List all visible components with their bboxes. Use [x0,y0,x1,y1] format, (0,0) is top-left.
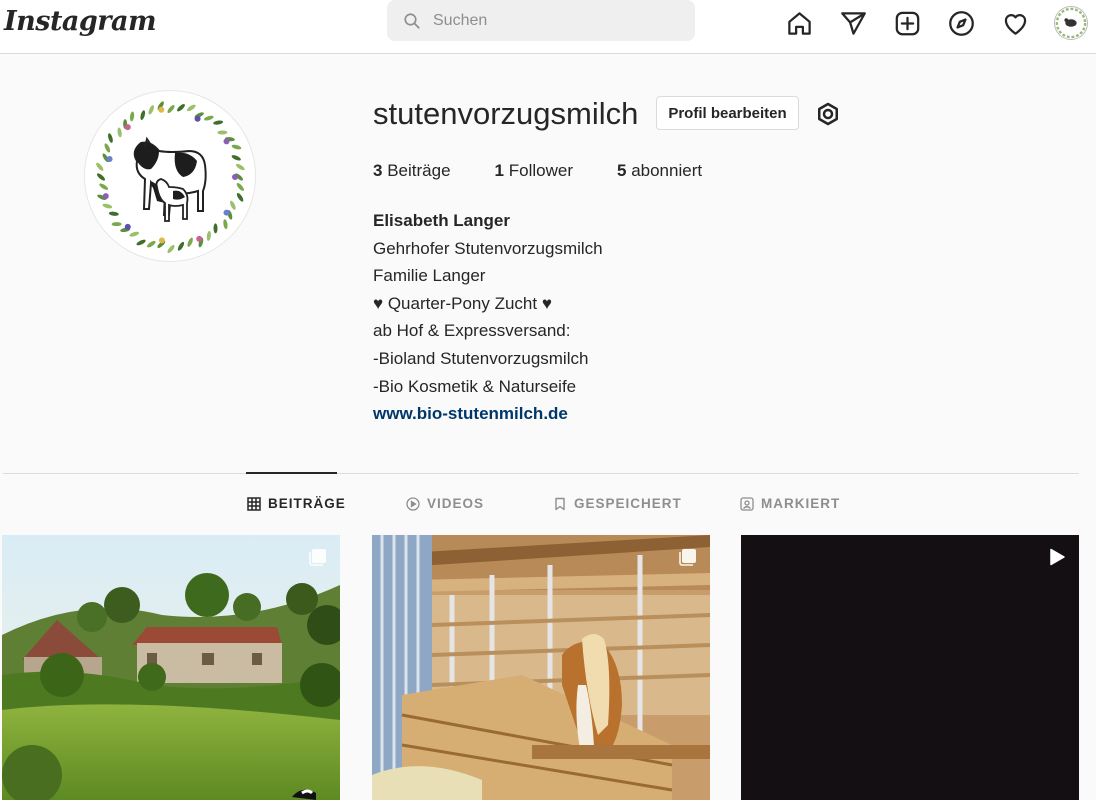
bio-line: Gehrhofer Stutenvorzugsmilch [373,238,603,258]
wreath-flower [194,115,201,122]
profile-bio: Elisabeth Langer Gehrhofer Stutenvorzugs… [373,207,603,428]
top-nav-bar: Instagram [0,0,1096,54]
home-button[interactable] [784,8,814,38]
heart-icon [1004,13,1026,35]
wreath-flower [223,138,230,145]
bookmark-icon [555,497,565,510]
followers-count-label: Follower [508,161,573,180]
gear-icon [818,102,838,126]
explore-button[interactable] [946,8,976,38]
horse-wreath-logo [87,93,255,261]
explore-icon [948,10,974,36]
new-post-button[interactable] [892,8,922,38]
tab-videos[interactable]: VIDEOS [406,496,484,511]
carousel-icon [679,549,696,566]
wreath-flower [158,237,165,244]
posts-count: 3 Beiträge [373,161,451,181]
tab-tagged-label: MARKIERT [761,496,841,511]
bio-line: ♥ Quarter-Pony Zucht ♥ [373,293,552,313]
grid-icon [247,496,261,511]
tab-videos-label: VIDEOS [427,496,485,511]
profile-stats: 3 Beiträge 1 Follower 5 abonniert [373,161,746,181]
tabs-divider [3,473,1079,474]
tab-posts[interactable]: BEITRÄGE [247,496,346,511]
profile-username: stutenvorzugsmilch [373,96,639,131]
following-count[interactable]: 5 abonniert [617,161,702,181]
tagged-user-icon [740,496,754,511]
search-input[interactable] [433,11,653,30]
bio-website-link[interactable]: www.bio-stutenmilch.de [373,404,568,423]
bio-line: Familie Langer [373,266,486,286]
post-thumbnail[interactable] [2,535,340,800]
bio-line: -Bioland Stutenvorzugsmilch [373,348,589,368]
nav-icons [784,6,1088,40]
followers-count-value: 1 [494,161,504,180]
wreath-flower [124,223,131,230]
horse-stable-image [372,535,710,800]
direct-button[interactable] [838,8,868,38]
profile-picture[interactable] [84,90,256,262]
wreath-flower [158,106,165,113]
tab-posts-label: BEITRÄGE [268,496,346,511]
wreath-flower [232,174,238,180]
profile-avatar-button[interactable] [1054,6,1088,40]
instagram-logo[interactable]: Instagram [4,6,157,37]
tab-saved-label: GESPEICHERT [574,496,682,511]
bio-line: ab Hof & Expressversand: [373,321,571,341]
posts-count-label: Beiträge [387,161,451,180]
home-icon [787,11,811,35]
search-icon [404,12,420,29]
edit-profile-button[interactable]: Profil bearbeiten [656,96,799,130]
followers-count[interactable]: 1 Follower [495,161,573,181]
tab-tagged[interactable]: MARKIERT [740,496,840,511]
search-box[interactable] [387,0,695,41]
carousel-icon [309,549,326,566]
wreath-flower [223,209,230,216]
profile-avatar-icon [1055,7,1087,39]
bio-line: -Bio Kosmetik & Naturseife [373,376,577,396]
wreath-flower [106,155,113,162]
tab-saved[interactable]: GESPEICHERT [553,496,682,511]
following-count-label: abonniert [631,161,703,180]
video-play-icon [1050,548,1065,566]
direct-icon [840,11,866,35]
wreath-flower [102,193,109,200]
post-thumbnail[interactable] [741,535,1079,800]
bio-full-name: Elisabeth Langer [373,211,510,230]
wreath-flower [124,124,131,131]
following-count-value: 5 [616,161,627,180]
posts-count-value: 3 [373,161,383,180]
active-tab-indicator [246,472,337,474]
settings-button[interactable] [813,99,843,129]
farm-landscape-image [2,535,340,800]
video-thumbnail-image [741,535,1079,800]
activity-button[interactable] [1000,8,1030,38]
wreath-flower [196,235,203,242]
new-post-icon [895,11,919,35]
play-circle-icon [406,496,420,511]
post-thumbnail[interactable] [372,535,710,800]
